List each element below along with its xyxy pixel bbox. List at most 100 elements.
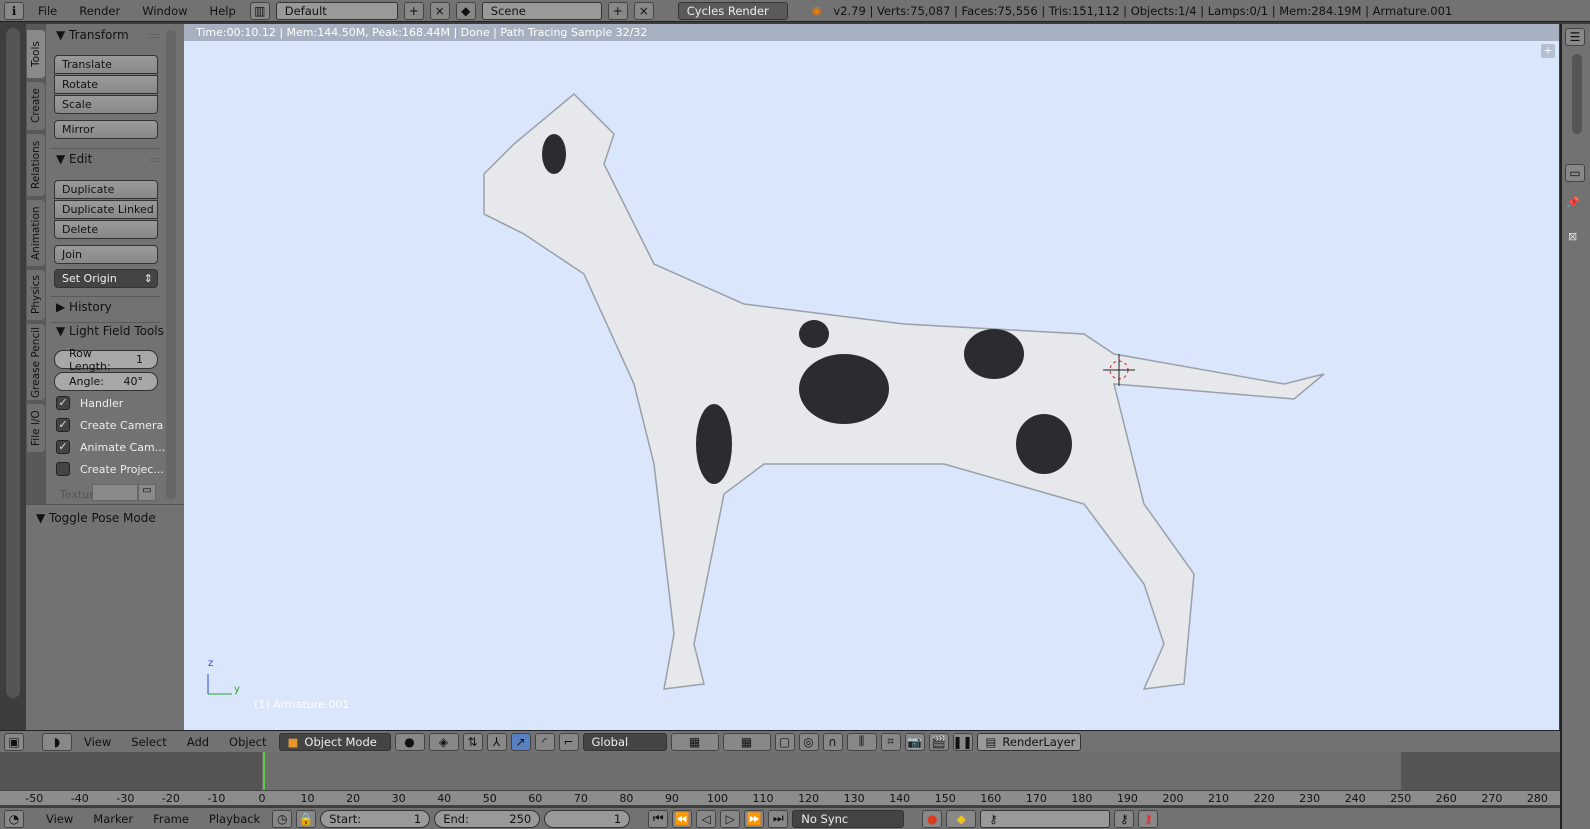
outliner-icon[interactable]: ☰ <box>1565 28 1585 46</box>
history-panel-header[interactable]: ▶ History <box>56 300 112 314</box>
set-origin-select[interactable]: Set Origin ⇕ <box>54 269 158 288</box>
menu-select[interactable]: Select <box>123 735 174 749</box>
layers-grid-1[interactable]: ▦ <box>670 732 719 751</box>
keying-icon[interactable]: ◆ <box>946 809 977 828</box>
layout-icon[interactable]: ▥ <box>249 1 270 20</box>
pin-icon[interactable]: 📌 <box>1566 196 1580 209</box>
current-frame-marker[interactable] <box>262 752 265 790</box>
jump-start-icon[interactable]: ⏮ <box>648 809 669 828</box>
delete-button[interactable]: Delete <box>54 220 158 239</box>
scale-manipulator-icon[interactable]: ⌐ <box>558 732 579 751</box>
menu-view[interactable]: View <box>76 735 119 749</box>
menu-marker[interactable]: Marker <box>85 812 141 826</box>
create-camera-checkbox[interactable]: ✓ Create Camera <box>56 418 163 432</box>
remove-layout-icon[interactable]: × <box>429 1 450 20</box>
properties-icon[interactable]: ▭ <box>1565 164 1585 182</box>
menu-object[interactable]: Object <box>221 735 274 749</box>
menu-help[interactable]: Help <box>202 4 244 18</box>
lock-icon[interactable]: 🔒 <box>296 809 317 828</box>
current-frame-field[interactable]: 1 <box>544 809 631 828</box>
editor-type-icon[interactable]: ▣ <box>4 732 24 751</box>
delete-keyframe-icon[interactable]: ⚷ <box>1138 809 1159 828</box>
play-reverse-icon[interactable]: ◁ <box>696 809 717 828</box>
orientation-select[interactable]: Global <box>582 732 667 751</box>
mode-select[interactable]: ■ Object Mode <box>278 732 391 751</box>
manipulator-icon[interactable]: ⇅ <box>462 732 483 751</box>
drag-grip-icon[interactable]: :::: <box>149 31 160 40</box>
translate-manipulator-icon[interactable]: ⅄ <box>486 732 507 751</box>
translate-button[interactable]: Translate <box>54 55 158 74</box>
render-engine-select[interactable]: Cycles Render <box>677 1 788 20</box>
tab-create[interactable]: Create <box>27 82 45 130</box>
viewport-shading-icon[interactable]: ◗ <box>42 732 72 751</box>
lock-layers-icon[interactable]: ▢ <box>774 732 795 751</box>
add-layout-icon[interactable]: + <box>403 1 424 20</box>
3d-viewport[interactable]: Time:00:10.12 | Mem:144.50M, Peak:168.44… <box>184 24 1559 730</box>
time-icon[interactable]: ◷ <box>272 809 293 828</box>
outliner-scrollbar[interactable] <box>1572 54 1582 134</box>
tab-file-io[interactable]: File I/O <box>27 404 45 452</box>
menu-file[interactable]: File <box>30 4 65 18</box>
move-manipulator-icon[interactable]: ↗ <box>510 732 531 751</box>
angle-field[interactable]: Angle: 40° <box>54 372 158 391</box>
join-button[interactable]: Join <box>54 245 158 264</box>
render-layer-select[interactable]: ▤ RenderLayer <box>976 732 1081 751</box>
tab-physics[interactable]: Physics <box>27 270 45 320</box>
record-icon[interactable]: ● <box>922 809 943 828</box>
panel-scrollbar[interactable] <box>166 30 176 500</box>
menu-playback[interactable]: Playback <box>201 812 268 826</box>
snap-icon[interactable]: ∩ <box>822 732 843 751</box>
render-settings-icon[interactable]: ⊠ <box>1568 230 1577 243</box>
proportional-edit-icon[interactable]: ◎ <box>798 732 819 751</box>
row-length-field[interactable]: Row Length: 1 <box>54 347 158 373</box>
tab-tools[interactable]: Tools <box>27 30 45 78</box>
create-projector-checkbox[interactable]: Create Projec... <box>56 462 164 476</box>
menu-frame[interactable]: Frame <box>145 812 197 826</box>
layout-selector[interactable]: Default <box>275 1 398 20</box>
info-editor-icon[interactable]: ℹ <box>4 1 24 20</box>
keying-set-field[interactable]: ⚷ <box>980 809 1111 828</box>
frame-ruler[interactable]: -50 -40 -30 -20 -10 0 10 20 30 40 50 60 70 80 90 100 110… <box>0 790 1560 806</box>
timeline[interactable] <box>0 752 1560 790</box>
edit-panel-header[interactable]: ▼ Edit <box>56 152 92 166</box>
tab-grease-pencil[interactable]: Grease Pencil <box>27 324 45 400</box>
snap-target-icon[interactable]: ⌗ <box>880 732 901 751</box>
drag-grip-icon[interactable]: :::: <box>149 155 160 164</box>
folder-icon[interactable]: ▭ <box>138 484 156 501</box>
handler-checkbox[interactable]: ✓ Handler <box>56 396 123 410</box>
duplicate-button[interactable]: Duplicate <box>54 180 158 199</box>
insert-keyframe-icon[interactable]: ⚷ <box>1114 809 1135 828</box>
duplicate-linked-button[interactable]: Duplicate Linked <box>54 200 158 219</box>
remove-scene-icon[interactable]: × <box>633 1 654 20</box>
toggle-pose-header[interactable]: ▼ Toggle Pose Mode <box>36 511 156 525</box>
render-icon[interactable]: 📷 <box>904 732 925 751</box>
editor-type-icon[interactable]: ◔ <box>4 809 24 828</box>
tab-relations[interactable]: Relations <box>27 134 45 196</box>
render-animation-icon[interactable]: 🎬 <box>928 732 949 751</box>
left-scrollbar[interactable] <box>6 28 20 698</box>
menu-window[interactable]: Window <box>134 4 195 18</box>
scene-selector[interactable]: Scene <box>481 1 602 20</box>
light-field-panel-header[interactable]: ▼ Light Field Tools <box>56 324 164 338</box>
jump-end-icon[interactable]: ⏭ <box>768 809 789 828</box>
add-scene-icon[interactable]: + <box>607 1 628 20</box>
pause-icon[interactable]: ❚❚ <box>952 732 973 751</box>
shading-select-icon[interactable]: ● <box>394 732 425 751</box>
rotate-manipulator-icon[interactable]: ◜ <box>534 732 555 751</box>
start-frame-field[interactable]: Start: 1 <box>320 809 431 828</box>
end-frame-field[interactable]: End: 250 <box>434 809 541 828</box>
prev-keyframe-icon[interactable]: ⏪ <box>672 809 693 828</box>
menu-view[interactable]: View <box>38 812 81 826</box>
sync-select[interactable]: No Sync <box>792 809 905 828</box>
rotate-button[interactable]: Rotate <box>54 75 158 94</box>
tab-animation[interactable]: Animation <box>27 200 45 266</box>
layers-grid-2[interactable]: ▦ <box>722 732 771 751</box>
animate-camera-checkbox[interactable]: ✓ Animate Cam... <box>56 440 165 454</box>
mirror-button[interactable]: Mirror <box>54 120 158 139</box>
texture-field[interactable] <box>92 484 138 501</box>
scene-icon[interactable]: ◆ <box>455 1 476 20</box>
pivot-icon[interactable]: ◈ <box>428 732 459 751</box>
transform-panel-header[interactable]: ▼ Transform <box>56 28 129 42</box>
next-keyframe-icon[interactable]: ⏩ <box>744 809 765 828</box>
menu-render[interactable]: Render <box>71 4 128 18</box>
